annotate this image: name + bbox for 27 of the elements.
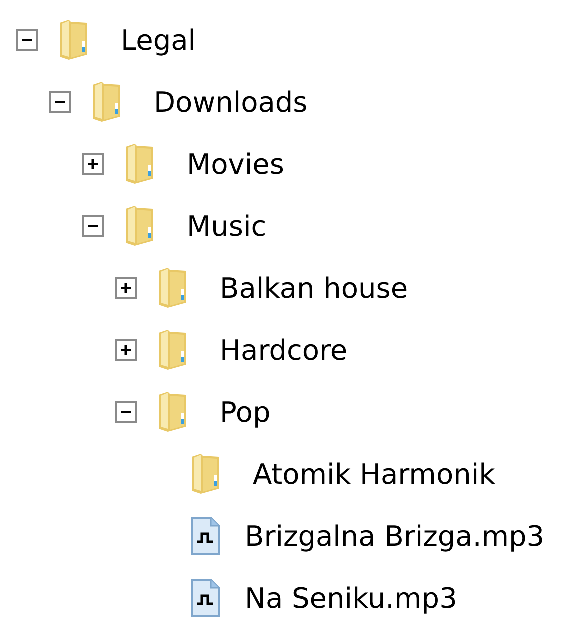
tree-item-label[interactable]: Hardcore bbox=[220, 334, 348, 366]
tree-item-label[interactable]: Na Seniku.mp3 bbox=[245, 582, 458, 614]
expander-toggle[interactable] bbox=[115, 277, 137, 299]
expander-toggle[interactable] bbox=[16, 29, 38, 51]
tree-item-label[interactable]: Atomik Harmonik bbox=[253, 458, 496, 490]
tree-item-label[interactable]: Downloads bbox=[154, 86, 308, 118]
tree-item-label[interactable]: Balkan house bbox=[220, 272, 408, 304]
expander-toggle[interactable] bbox=[82, 153, 104, 175]
tree-item-label[interactable]: Music bbox=[187, 210, 267, 242]
folder-icon bbox=[156, 391, 189, 433]
tree-item-label[interactable]: Pop bbox=[220, 396, 271, 428]
tree-item-label[interactable]: Movies bbox=[187, 148, 284, 180]
audio-file-icon bbox=[189, 515, 222, 557]
audio-file-icon bbox=[189, 577, 222, 619]
expander-toggle[interactable] bbox=[115, 401, 137, 423]
expander-toggle[interactable] bbox=[49, 91, 71, 113]
tree-item-label[interactable]: Legal bbox=[121, 24, 196, 56]
folder-icon bbox=[90, 81, 123, 123]
folder-icon bbox=[189, 453, 222, 495]
folder-icon bbox=[123, 205, 156, 247]
expander-toggle[interactable] bbox=[82, 215, 104, 237]
folder-icon bbox=[57, 19, 90, 61]
folder-icon bbox=[156, 267, 189, 309]
expander-toggle[interactable] bbox=[115, 339, 137, 361]
folder-icon bbox=[156, 329, 189, 371]
tree-item-label[interactable]: Brizgalna Brizga.mp3 bbox=[245, 520, 545, 552]
folder-icon bbox=[123, 143, 156, 185]
